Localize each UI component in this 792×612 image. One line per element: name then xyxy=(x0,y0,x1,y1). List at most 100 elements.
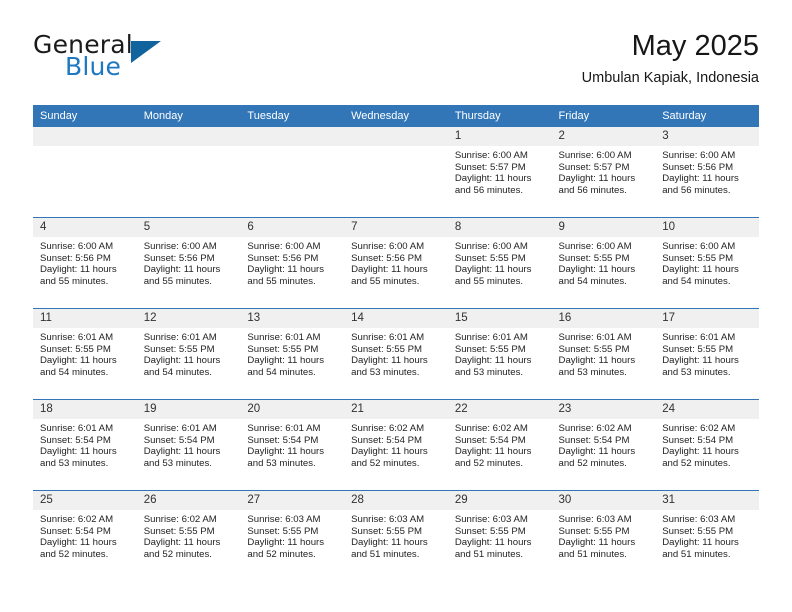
weekday-header-thursday: Thursday xyxy=(447,105,552,127)
day-cell[interactable]: 7 Sunrise: 6:00 AM Sunset: 5:56 PM Daylight… xyxy=(344,218,448,308)
day-cell[interactable]: 9 Sunrise: 6:00 AM Sunset: 5:55 PM Daylight… xyxy=(551,218,656,308)
day-cell[interactable]: 10 Sunrise: 6:00 AM Sunset: 5:55 PM Dayligh… xyxy=(655,218,759,308)
day-cell[interactable]: 27 Sunrise: 6:03 AM Sunset: 5:55 PM Dayligh… xyxy=(240,491,345,581)
day-number: 20 xyxy=(240,400,345,419)
day-cell[interactable]: 19 Sunrise: 6:01 AM Sunset: 5:54 PM Dayligh… xyxy=(136,400,241,490)
day-detail-line: Daylight: 11 hours xyxy=(143,264,221,276)
day-cell[interactable]: 18 Sunrise: 6:01 AM Sunset: 5:54 PM Dayligh… xyxy=(33,400,137,490)
day-number: 28 xyxy=(344,491,448,510)
day-cell[interactable]: 28 Sunrise: 6:03 AM Sunset: 5:55 PM Dayligh… xyxy=(344,491,448,581)
empty-day-cell xyxy=(344,127,448,217)
day-details: Sunrise: 6:03 AM Sunset: 5:55 PM Daylight:… xyxy=(655,510,759,560)
day-cell[interactable]: 8 Sunrise: 6:00 AM Sunset: 5:55 PM Daylight… xyxy=(447,218,552,308)
day-number: 13 xyxy=(240,309,345,328)
day-details: Sunrise: 6:00 AM Sunset: 5:56 PM Daylight:… xyxy=(33,237,137,287)
day-cell[interactable]: 31 Sunrise: 6:03 AM Sunset: 5:55 PM Dayligh… xyxy=(655,491,759,581)
day-cell[interactable]: 14 Sunrise: 6:01 AM Sunset: 5:55 PM Dayligh… xyxy=(344,309,448,399)
day-detail-line: Daylight: 11 hours xyxy=(454,173,532,185)
day-detail-line: Daylight: 11 hours xyxy=(247,537,325,549)
day-detail-line: and 53 minutes. xyxy=(247,457,316,469)
day-cell[interactable]: 4 Sunrise: 6:00 AM Sunset: 5:56 PM Daylight… xyxy=(33,218,137,308)
day-detail-line: Sunset: 5:55 PM xyxy=(351,525,423,537)
day-number: 2 xyxy=(551,127,656,146)
calendar-cell: 5 Sunrise: 6:00 AM Sunset: 5:56 PM Daylight… xyxy=(136,217,241,309)
day-detail-line: Sunrise: 6:01 AM xyxy=(40,423,114,434)
day-detail-line: Sunrise: 6:01 AM xyxy=(558,332,632,343)
day-detail-line: and 53 minutes. xyxy=(351,366,420,378)
day-detail-line: Sunrise: 6:00 AM xyxy=(351,241,425,252)
day-cell[interactable]: 22 Sunrise: 6:02 AM Sunset: 5:54 PM Dayligh… xyxy=(447,400,552,490)
day-details: Sunrise: 6:02 AM Sunset: 5:54 PM Daylight:… xyxy=(344,419,448,469)
day-detail-line: Sunrise: 6:02 AM xyxy=(143,514,217,525)
weekday-header-tuesday: Tuesday xyxy=(240,105,345,127)
day-cell[interactable]: 5 Sunrise: 6:00 AM Sunset: 5:56 PM Daylight… xyxy=(136,218,241,308)
day-cell[interactable]: 24 Sunrise: 6:02 AM Sunset: 5:54 PM Dayligh… xyxy=(655,400,759,490)
day-detail-line: and 52 minutes. xyxy=(247,548,316,560)
day-cell[interactable]: 2 Sunrise: 6:00 AM Sunset: 5:57 PM Daylight… xyxy=(551,127,656,217)
day-detail-line: Daylight: 11 hours xyxy=(662,446,739,458)
day-cell[interactable]: 3 Sunrise: 6:00 AM Sunset: 5:56 PM Daylight… xyxy=(655,127,759,217)
day-cell[interactable]: 12 Sunrise: 6:01 AM Sunset: 5:55 PM Dayligh… xyxy=(136,309,241,399)
day-cell[interactable]: 30 Sunrise: 6:03 AM Sunset: 5:55 PM Dayligh… xyxy=(551,491,656,581)
day-detail-line: Sunrise: 6:01 AM xyxy=(143,423,217,434)
calendar-cell: 24 Sunrise: 6:02 AM Sunset: 5:54 PM Dayligh… xyxy=(655,399,759,491)
location-subtitle: Umbulan Kapiak, Indonesia xyxy=(581,70,759,86)
day-number: 12 xyxy=(136,309,241,328)
brand-name-blue: Blue xyxy=(65,52,122,81)
day-detail-line: Sunrise: 6:00 AM xyxy=(662,241,736,252)
day-cell[interactable]: 16 Sunrise: 6:01 AM Sunset: 5:55 PM Dayligh… xyxy=(551,309,656,399)
day-number: 25 xyxy=(33,491,137,510)
day-detail-line: Sunset: 5:56 PM xyxy=(351,252,423,264)
day-details: Sunrise: 6:03 AM Sunset: 5:55 PM Daylight:… xyxy=(240,510,344,560)
day-number xyxy=(344,127,448,146)
day-cell[interactable]: 20 Sunrise: 6:01 AM Sunset: 5:54 PM Dayligh… xyxy=(240,400,345,490)
day-detail-line: and 51 minutes. xyxy=(662,548,731,560)
calendar-week-row: 1 Sunrise: 6:00 AM Sunset: 5:57 PM Daylight… xyxy=(33,127,759,218)
day-cell[interactable]: 13 Sunrise: 6:01 AM Sunset: 5:55 PM Dayligh… xyxy=(240,309,345,399)
day-detail-line: Sunset: 5:55 PM xyxy=(662,525,734,537)
calendar-cell: 11 Sunrise: 6:01 AM Sunset: 5:55 PM Dayligh… xyxy=(33,308,137,400)
calendar-cell: 18 Sunrise: 6:01 AM Sunset: 5:54 PM Dayligh… xyxy=(33,399,137,491)
day-detail-line: Daylight: 11 hours xyxy=(662,355,739,367)
calendar-grid: Sunday Monday Tuesday Wednesday Thursday Frid… xyxy=(33,105,759,581)
day-detail-line: Sunset: 5:54 PM xyxy=(143,434,215,446)
day-detail-line: Sunset: 5:54 PM xyxy=(40,525,111,537)
day-detail-line: and 55 minutes. xyxy=(247,275,316,287)
day-cell[interactable]: 23 Sunrise: 6:02 AM Sunset: 5:54 PM Dayligh… xyxy=(551,400,656,490)
calendar-cell: 6 Sunrise: 6:00 AM Sunset: 5:56 PM Daylight… xyxy=(240,217,345,309)
day-number: 26 xyxy=(136,491,241,510)
day-details: Sunrise: 6:01 AM Sunset: 5:55 PM Daylight:… xyxy=(240,328,344,378)
calendar-cell: 30 Sunrise: 6:03 AM Sunset: 5:55 PM Dayligh… xyxy=(551,490,656,581)
weekday-header-monday: Monday xyxy=(136,105,241,127)
brand-logo[interactable]: General Blue xyxy=(33,30,263,88)
day-number: 4 xyxy=(33,218,137,237)
day-detail-line: and 53 minutes. xyxy=(558,366,627,378)
day-cell[interactable]: 29 Sunrise: 6:03 AM Sunset: 5:55 PM Dayligh… xyxy=(447,491,552,581)
day-detail-line: Sunrise: 6:01 AM xyxy=(247,332,321,343)
day-detail-line: Daylight: 11 hours xyxy=(247,446,325,458)
day-detail-line: Daylight: 11 hours xyxy=(351,446,428,458)
calendar-cell: 15 Sunrise: 6:01 AM Sunset: 5:55 PM Dayligh… xyxy=(447,308,552,400)
day-number: 9 xyxy=(551,218,656,237)
day-cell[interactable]: 6 Sunrise: 6:00 AM Sunset: 5:56 PM Daylight… xyxy=(240,218,345,308)
day-cell[interactable]: 11 Sunrise: 6:01 AM Sunset: 5:55 PM Dayligh… xyxy=(33,309,137,399)
day-cell[interactable]: 17 Sunrise: 6:01 AM Sunset: 5:55 PM Dayligh… xyxy=(655,309,759,399)
day-number: 23 xyxy=(551,400,656,419)
day-cell[interactable]: 1 Sunrise: 6:00 AM Sunset: 5:57 PM Daylight… xyxy=(447,127,552,217)
day-detail-line: Sunset: 5:54 PM xyxy=(247,434,319,446)
day-cell[interactable]: 25 Sunrise: 6:02 AM Sunset: 5:54 PM Dayligh… xyxy=(33,491,137,581)
calendar-header-row: Sunday Monday Tuesday Wednesday Thursday Frid… xyxy=(33,105,759,127)
day-detail-line: Daylight: 11 hours xyxy=(351,355,428,367)
weekday-header-wednesday: Wednesday xyxy=(344,105,448,127)
day-cell[interactable]: 26 Sunrise: 6:02 AM Sunset: 5:55 PM Dayligh… xyxy=(136,491,241,581)
day-number xyxy=(136,127,241,146)
day-detail-line: and 52 minutes. xyxy=(351,457,420,469)
day-cell[interactable]: 15 Sunrise: 6:01 AM Sunset: 5:55 PM Dayligh… xyxy=(447,309,552,399)
calendar-cell: 16 Sunrise: 6:01 AM Sunset: 5:55 PM Dayligh… xyxy=(551,308,656,400)
day-cell[interactable]: 21 Sunrise: 6:02 AM Sunset: 5:54 PM Dayligh… xyxy=(344,400,448,490)
day-detail-line: Sunset: 5:54 PM xyxy=(40,434,111,446)
title-block: May 2025 Umbulan Kapiak, Indonesia xyxy=(582,28,759,87)
day-number: 30 xyxy=(551,491,656,510)
calendar-cell xyxy=(240,127,345,218)
day-detail-line: Sunset: 5:56 PM xyxy=(247,252,319,264)
